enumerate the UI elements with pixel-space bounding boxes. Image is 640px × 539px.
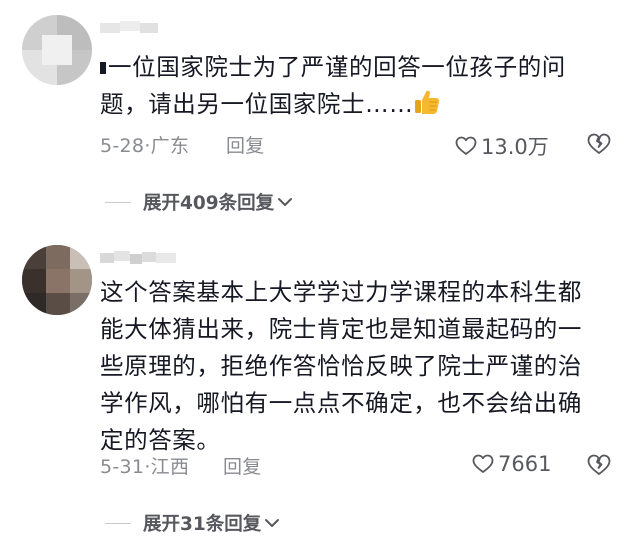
like-count: 13.0万 (481, 135, 549, 159)
avatar[interactable] (22, 245, 92, 315)
bullet-icon (100, 62, 106, 74)
comment-item: 一位国家院士为了严谨的回答一位孩子的问题，请出另一位国家院士…… 5-28·广东… (0, 0, 640, 230)
chevron-down-icon (278, 198, 293, 206)
dislike-button[interactable] (587, 133, 611, 159)
expand-replies-button[interactable]: 展开31条回复 (105, 510, 280, 536)
reply-button[interactable]: 回复 (226, 131, 265, 158)
reply-button[interactable]: 回复 (223, 452, 262, 479)
heart-icon (455, 136, 477, 155)
comment-text: 这个答案基本上大学学过力学课程的本科生都能大体猜出来，院士肯定也是知道最起码的一… (100, 278, 582, 454)
like-button[interactable]: 13.0万 (455, 131, 549, 161)
expand-replies-label: 展开409条回复 (143, 193, 275, 214)
comment-date-location: 5-28·广东 (100, 135, 190, 157)
heart-icon (472, 454, 494, 473)
chevron-down-icon (265, 519, 280, 527)
like-count: 7661 (498, 452, 552, 476)
comment-text: 一位国家院士为了严谨的回答一位孩子的问题，请出另一位国家院士…… (100, 49, 600, 127)
username-blurred[interactable] (100, 251, 180, 265)
avatar[interactable] (22, 15, 92, 85)
username-blurred[interactable] (100, 21, 160, 35)
comment-item: 这个答案基本上大学学过力学课程的本科生都能大体猜出来，院士肯定也是知道最起码的一… (0, 230, 640, 539)
expand-replies-label: 展开31条回复 (143, 514, 262, 535)
comment-date-location: 5-31·江西 (100, 456, 190, 478)
broken-heart-icon (587, 133, 611, 154)
expand-replies-button[interactable]: 展开409条回复 (105, 189, 293, 215)
divider-line (105, 201, 131, 203)
thumbs-up-icon (413, 88, 441, 127)
dislike-button[interactable] (587, 454, 611, 480)
broken-heart-icon (587, 454, 611, 475)
divider-line (105, 522, 131, 524)
like-button[interactable]: 7661 (472, 452, 551, 476)
